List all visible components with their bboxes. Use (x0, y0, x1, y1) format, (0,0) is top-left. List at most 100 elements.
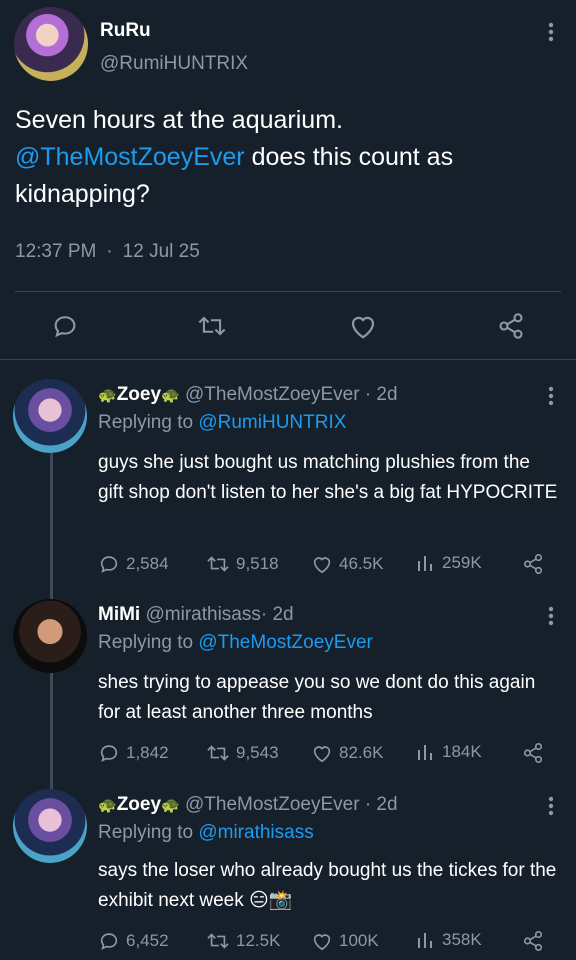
author-avatar[interactable] (14, 7, 88, 81)
tweet-date[interactable]: 12 Jul 25 (123, 241, 200, 262)
share-icon (522, 930, 544, 952)
reply-age: · 2d (364, 384, 398, 405)
like-count-stat[interactable]: 46.5K (311, 553, 383, 575)
retweet-count: 12.5K (236, 931, 281, 950)
views-count-stat[interactable]: 184K (416, 742, 482, 762)
reply-icon (98, 930, 120, 952)
tweet-timestamp: 12:37 PM · 12 Jul 25 (15, 241, 200, 263)
retweet-count: 9,543 (236, 743, 279, 762)
views-count-stat[interactable]: 259K (416, 553, 482, 573)
reply-count-stat[interactable]: 2,584 (98, 553, 169, 575)
views-icon (416, 742, 436, 762)
reply-author-name[interactable]: Zoey (117, 794, 161, 815)
like-icon (311, 742, 333, 764)
tweet-time[interactable]: 12:37 PM (15, 241, 96, 262)
retweet-icon (206, 742, 230, 764)
more-options-icon[interactable] (548, 796, 554, 816)
retweet-count-stat[interactable]: 9,518 (206, 553, 279, 575)
retweet-count: 9,518 (236, 554, 279, 573)
retweet-icon[interactable] (197, 312, 227, 340)
reply-avatar[interactable] (13, 599, 87, 673)
reply-age: · 2d (260, 604, 294, 625)
reply-avatar[interactable] (13, 379, 87, 453)
like-count: 100K (339, 931, 379, 950)
like-icon[interactable] (348, 312, 378, 340)
more-options-icon[interactable] (548, 386, 554, 406)
tweet-action-bar (0, 308, 576, 344)
reply-author-handle[interactable]: @TheMostZoeyEver (185, 384, 360, 405)
like-icon (311, 553, 333, 575)
share-icon (522, 742, 544, 764)
reply-count: 2,584 (126, 554, 169, 573)
turtle-emoji: 🐢 (98, 387, 117, 404)
meta-separator: · (106, 241, 113, 262)
share-stat[interactable] (522, 930, 544, 952)
thread-line (50, 673, 53, 793)
reply-stats: 6,452 12.5K 100K 358K (98, 930, 568, 956)
reply-age: · 2d (364, 794, 398, 815)
divider (15, 291, 561, 292)
turtle-emoji: 🐢 (161, 387, 180, 404)
share-stat[interactable] (522, 742, 544, 764)
reply-icon[interactable] (51, 312, 79, 340)
reply-text-body: says the loser who already bought us the… (98, 860, 557, 911)
replying-to-label: Replying to (98, 632, 194, 653)
reply-text-emoji: 😑📸 (249, 890, 293, 911)
views-icon (416, 553, 436, 573)
turtle-emoji: 🐢 (98, 797, 117, 814)
reply-count: 1,842 (126, 743, 169, 762)
replying-to: Replying to @RumiHUNTRIX (98, 412, 346, 434)
author-name[interactable]: RuRu (100, 20, 151, 42)
retweet-count-stat[interactable]: 9,543 (206, 742, 279, 764)
replying-to-label: Replying to (98, 822, 194, 843)
share-stat[interactable] (522, 553, 544, 575)
reply-text: guys she just bought us matching plushie… (98, 452, 558, 503)
share-icon (522, 553, 544, 575)
reply-stats: 1,842 9,543 82.6K 184K (98, 742, 568, 768)
retweet-icon (206, 930, 230, 952)
reply-avatar[interactable] (13, 789, 87, 863)
reply-author-handle[interactable]: @mirathisass (146, 604, 261, 625)
reply-count: 6,452 (126, 931, 169, 950)
replying-to-link[interactable]: @TheMostZoeyEver (198, 632, 373, 653)
reply-header: 🐢Zoey🐢 @TheMostZoeyEver · 2d (98, 794, 398, 816)
like-count: 82.6K (339, 743, 384, 762)
views-count-stat[interactable]: 358K (416, 930, 482, 950)
reply-text: says the loser who already bought us the… (98, 856, 560, 916)
tweet-text: Seven hours at the aquarium. @TheMostZoey… (15, 102, 555, 213)
like-count: 46.5K (339, 554, 384, 573)
reply-count-stat[interactable]: 6,452 (98, 930, 169, 952)
reply-count-stat[interactable]: 1,842 (98, 742, 169, 764)
author-handle[interactable]: @RumiHUNTRIX (100, 53, 248, 75)
reply-icon (98, 553, 120, 575)
reply-header: MiMi @mirathisass· 2d (98, 604, 294, 626)
views-count: 184K (442, 742, 482, 761)
replying-to: Replying to @mirathisass (98, 822, 314, 844)
tweet-text-part: Seven hours at the aquarium. (15, 106, 343, 134)
replying-to-label: Replying to (98, 412, 194, 433)
reply-author-name[interactable]: Zoey (117, 384, 161, 405)
reply-author-name[interactable]: MiMi (98, 604, 140, 625)
views-count: 358K (442, 930, 482, 949)
replying-to-link[interactable]: @RumiHUNTRIX (198, 412, 346, 433)
share-icon[interactable] (497, 312, 525, 340)
thread-line (50, 453, 53, 601)
retweet-count-stat[interactable]: 12.5K (206, 930, 280, 952)
replying-to: Replying to @TheMostZoeyEver (98, 632, 373, 654)
reply-text: shes trying to appease you so we dont do… (98, 672, 536, 723)
retweet-icon (206, 553, 230, 575)
replying-to-link[interactable]: @mirathisass (198, 822, 313, 843)
more-options-icon[interactable] (548, 22, 554, 42)
like-count-stat[interactable]: 82.6K (311, 742, 383, 764)
reply-icon (98, 742, 120, 764)
like-count-stat[interactable]: 100K (311, 930, 379, 952)
reply-stats: 2,584 9,518 46.5K 259K (98, 553, 568, 579)
tweet-mention-link[interactable]: @TheMostZoeyEver (15, 143, 245, 171)
divider (0, 359, 576, 360)
views-count: 259K (442, 553, 482, 572)
reply-author-handle[interactable]: @TheMostZoeyEver (185, 794, 360, 815)
like-icon (311, 930, 333, 952)
more-options-icon[interactable] (548, 606, 554, 626)
views-icon (416, 930, 436, 950)
turtle-emoji: 🐢 (161, 797, 180, 814)
